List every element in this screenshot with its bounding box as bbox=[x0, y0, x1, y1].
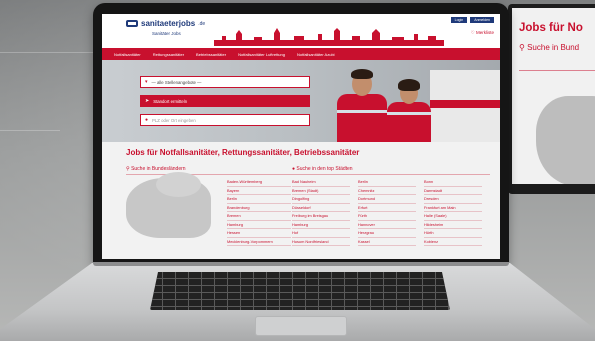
city-column: Bonn Darmstadt Dresden Frankfurt am Main… bbox=[424, 178, 490, 246]
state-link[interactable]: Berlin bbox=[227, 195, 291, 204]
city-link[interactable]: Bremen (Stadt) bbox=[292, 187, 350, 195]
page-title: Jobs für Notfallsanitäter, Rettungssanit… bbox=[126, 148, 360, 157]
laptop-lid: sanitaeterjobs .de Sanitäter Jobs Login … bbox=[93, 3, 509, 265]
city-column: Berlin Chemnitz Dortmund Erfurt Fürth Ha… bbox=[358, 178, 424, 246]
pin-icon: ● bbox=[145, 117, 149, 123]
heart-icon: ♡ bbox=[470, 30, 475, 35]
wall-line bbox=[0, 130, 60, 131]
laptop-screen: sanitaeterjobs .de Sanitäter Jobs Login … bbox=[102, 14, 500, 259]
site-logo[interactable]: sanitaeterjobs .de bbox=[126, 19, 205, 28]
city-link[interactable]: Kassel bbox=[358, 238, 416, 246]
city-link[interactable]: Bad Nauheim bbox=[292, 178, 350, 187]
search-columns: ⚲ Suche in Bundesländern Baden-Württembe… bbox=[126, 166, 490, 246]
paramedic-male bbox=[337, 64, 387, 142]
city-link[interactable]: Freiburg im Breisgau bbox=[292, 212, 350, 221]
city-link[interactable]: Berlin bbox=[358, 178, 416, 187]
city-link[interactable]: Halle (Saale) bbox=[424, 212, 482, 221]
monitor-search-heading: ⚲ Suche in Bund bbox=[519, 43, 580, 52]
laptop-hinge bbox=[93, 262, 509, 266]
nav-item-betriebssanitaeter[interactable]: Betriebssanitäter bbox=[196, 52, 226, 57]
site-header: sanitaeterjobs .de Sanitäter Jobs Login … bbox=[102, 14, 500, 48]
city-link[interactable]: Dresden bbox=[424, 195, 482, 204]
city-link[interactable]: Herzgrau bbox=[358, 229, 416, 238]
nav-item-rettungssanitaeter[interactable]: Rettungssanitäter bbox=[153, 52, 184, 57]
locate-button[interactable]: ➤ Standort ermitteln bbox=[140, 95, 310, 107]
account-buttons: Login Anmelden bbox=[450, 17, 494, 23]
states-heading: ⚲ Suche in Bundesländern bbox=[126, 166, 292, 175]
wall-line bbox=[0, 52, 100, 53]
logo-text: sanitaeterjobs bbox=[141, 19, 196, 28]
cities-grid: Bad Nauheim Bremen (Stadt) Dingolfing Dü… bbox=[292, 178, 490, 246]
city-link[interactable]: Husum Nordfriesland bbox=[292, 238, 350, 246]
plz-input[interactable]: ● PLZ oder Ort eingeben bbox=[140, 114, 310, 126]
plz-placeholder: PLZ oder Ort eingeben bbox=[152, 117, 196, 123]
city-link[interactable]: Frankfurt am Main bbox=[424, 204, 482, 212]
state-link[interactable]: Bremen bbox=[227, 212, 291, 221]
keyboard-rows bbox=[150, 272, 450, 310]
paramedic-female bbox=[387, 76, 431, 142]
cities-heading: ● Suche in den top Städten bbox=[292, 166, 490, 175]
locate-button-label: Standort ermitteln bbox=[153, 98, 188, 104]
city-link[interactable]: Hürth bbox=[424, 229, 482, 238]
location-arrow-icon: ➤ bbox=[145, 98, 150, 104]
city-column: Bad Nauheim Bremen (Stadt) Dingolfing Dü… bbox=[292, 178, 358, 246]
city-link[interactable]: Dortmund bbox=[358, 195, 416, 204]
city-link[interactable]: Bonn bbox=[424, 178, 482, 187]
state-link[interactable]: Brandenburg bbox=[227, 204, 291, 212]
monitor-page-title: Jobs für No bbox=[519, 22, 583, 34]
city-link[interactable]: Hildesheim bbox=[424, 221, 482, 229]
main-nav: Notfallsanitäter Rettungssanitäter Betri… bbox=[102, 48, 500, 60]
logo-subtitle: Sanitäter Jobs bbox=[152, 31, 181, 36]
pin-icon: ⚲ bbox=[519, 43, 525, 52]
nav-item-notfallsanitaeter[interactable]: Notfallsanitäter bbox=[114, 52, 141, 57]
state-link[interactable]: Hessen bbox=[227, 229, 291, 238]
login-button[interactable]: Login bbox=[450, 17, 468, 23]
background-monitor: Jobs für No ⚲ Suche in Bund bbox=[508, 4, 595, 194]
nav-item-luftrettung[interactable]: Notfallsanitäter Luftrettung bbox=[238, 52, 285, 57]
states-section: ⚲ Suche in Bundesländern Baden-Württembe… bbox=[126, 166, 292, 246]
monitor-screen: Jobs für No ⚲ Suche in Bund bbox=[512, 8, 595, 184]
city-link[interactable]: Dingolfing bbox=[292, 195, 350, 204]
search-icon: ⚲ bbox=[126, 166, 130, 172]
city-link[interactable]: Darmstadt bbox=[424, 187, 482, 195]
register-button[interactable]: Anmelden bbox=[470, 17, 494, 23]
states-list: Baden-Württemberg Bayern Berlin Brandenb… bbox=[227, 178, 291, 246]
monitor-divider bbox=[519, 70, 595, 71]
city-link[interactable]: Koblenz bbox=[424, 238, 482, 246]
pin-icon: ● bbox=[292, 166, 296, 172]
job-category-select[interactable]: ▾ — alle Stellenangebote — bbox=[140, 76, 310, 88]
state-link[interactable]: Baden-Württemberg bbox=[227, 178, 291, 187]
city-link[interactable]: Hof bbox=[292, 229, 350, 238]
state-link[interactable]: Mecklenburg-Vorpommern bbox=[227, 238, 291, 246]
city-link[interactable]: Hannover bbox=[358, 221, 416, 229]
state-link[interactable]: Hamburg bbox=[227, 221, 291, 229]
laptop-trackpad bbox=[255, 316, 347, 336]
main-content: Jobs für Notfallsanitäter, Rettungssanit… bbox=[102, 142, 500, 246]
city-link[interactable]: Hamburg bbox=[292, 221, 350, 229]
logo-tld: .de bbox=[198, 20, 206, 27]
job-category-value: — alle Stellenangebote — bbox=[151, 79, 202, 85]
merkliste-link[interactable]: ♡ Merkliste bbox=[471, 30, 494, 36]
germany-map-north bbox=[156, 172, 201, 197]
nav-item-azubi[interactable]: Notfallsanitäter Azubi bbox=[297, 52, 335, 57]
city-skyline-icon bbox=[214, 28, 444, 46]
city-link[interactable]: Erfurt bbox=[358, 204, 416, 212]
state-link[interactable]: Bayern bbox=[227, 187, 291, 195]
chevron-down-icon: ▾ bbox=[145, 79, 148, 85]
ambulance-icon bbox=[126, 20, 138, 27]
ambulance-stripe bbox=[430, 100, 500, 108]
city-link[interactable]: Chemnitz bbox=[358, 187, 416, 195]
city-link[interactable]: Fürth bbox=[358, 212, 416, 221]
city-link[interactable]: Düsseldorf bbox=[292, 204, 350, 212]
monitor-germany-map bbox=[536, 96, 595, 184]
cities-section: ● Suche in den top Städten Bad Nauheim B… bbox=[292, 166, 490, 246]
hero-banner: ▾ — alle Stellenangebote — ➤ Standort er… bbox=[102, 60, 500, 142]
